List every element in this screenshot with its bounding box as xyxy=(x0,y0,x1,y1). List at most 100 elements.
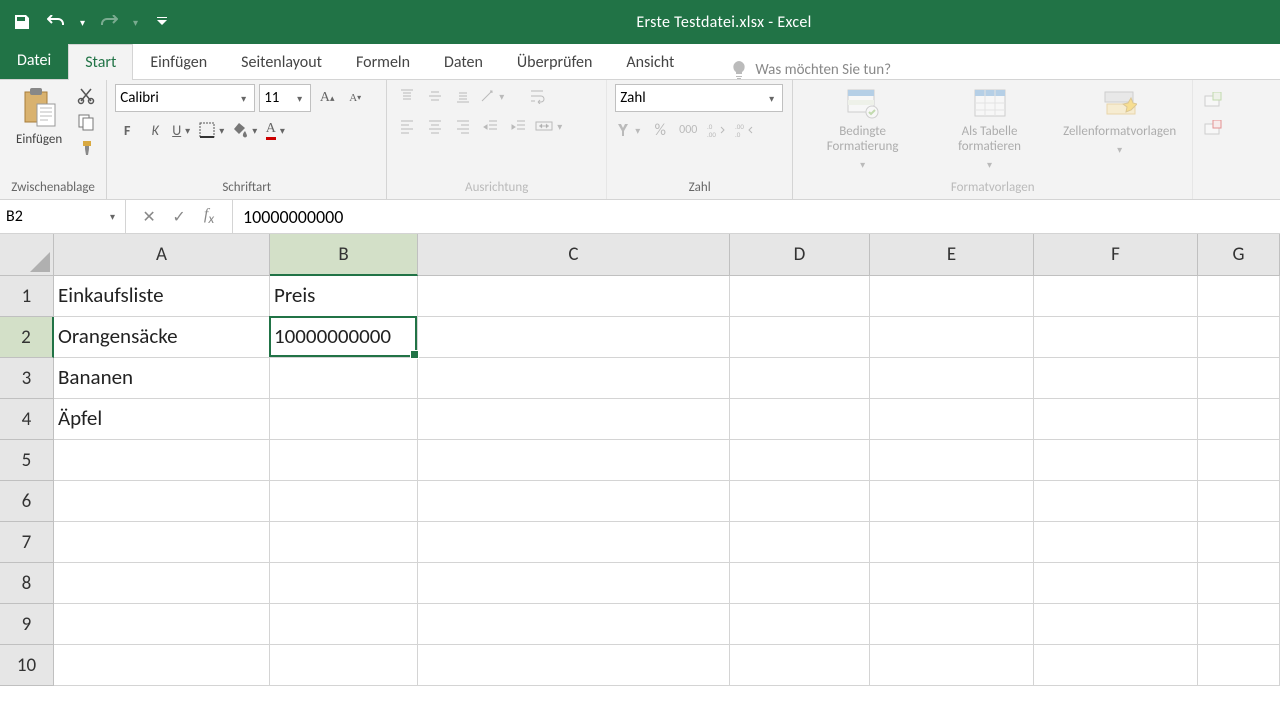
cell-D8[interactable] xyxy=(730,563,870,604)
formula-input[interactable] xyxy=(243,206,1270,228)
cell-E9[interactable] xyxy=(870,604,1034,645)
cell-F4[interactable] xyxy=(1034,399,1198,440)
align-center[interactable] xyxy=(423,114,447,138)
font-size-combo[interactable]: ▾ xyxy=(259,84,311,112)
underline-dd[interactable]: ▾ xyxy=(181,124,194,137)
cell-D10[interactable] xyxy=(730,645,870,686)
cell-G2[interactable] xyxy=(1198,317,1280,358)
cell-D6[interactable] xyxy=(730,481,870,522)
cell-B9[interactable] xyxy=(270,604,418,645)
col-header-A[interactable]: A xyxy=(54,234,270,276)
cell-E6[interactable] xyxy=(870,481,1034,522)
tab-insert[interactable]: Einfügen xyxy=(133,44,224,80)
cell-D2[interactable] xyxy=(730,317,870,358)
cell-A7[interactable] xyxy=(54,522,270,563)
cell-F3[interactable] xyxy=(1034,358,1198,399)
italic-button[interactable]: K xyxy=(143,118,167,142)
cell-A5[interactable] xyxy=(54,440,270,481)
row-header-6[interactable]: 6 xyxy=(0,481,54,522)
cell-F2[interactable] xyxy=(1034,317,1198,358)
cell-C10[interactable] xyxy=(418,645,730,686)
number-format-combo[interactable]: ▾ xyxy=(615,84,783,112)
cell-E3[interactable] xyxy=(870,358,1034,399)
cell-A1[interactable]: Einkaufsliste xyxy=(54,276,270,317)
col-header-G[interactable]: G xyxy=(1198,234,1280,276)
align-right[interactable] xyxy=(451,114,475,138)
cell-B2[interactable]: 10000000000 xyxy=(270,317,418,358)
cell-A8[interactable] xyxy=(54,563,270,604)
tab-formulas[interactable]: Formeln xyxy=(339,44,427,80)
cell-A4[interactable]: Äpfel xyxy=(54,399,270,440)
decrease-indent[interactable] xyxy=(479,114,503,138)
cell-G10[interactable] xyxy=(1198,645,1280,686)
row-header-8[interactable]: 8 xyxy=(0,563,54,604)
tab-view[interactable]: Ansicht xyxy=(609,44,691,80)
grow-font[interactable]: A▴ xyxy=(315,86,339,110)
cell-E8[interactable] xyxy=(870,563,1034,604)
col-header-B[interactable]: B xyxy=(270,234,418,276)
cell-C9[interactable] xyxy=(418,604,730,645)
font-color-dd[interactable]: ▾ xyxy=(276,124,289,137)
tell-me-search[interactable]: Was möchten Sie tun? xyxy=(731,61,891,79)
cell-F8[interactable] xyxy=(1034,563,1198,604)
cell-A2[interactable]: Orangensäcke xyxy=(54,317,270,358)
cell-F1[interactable] xyxy=(1034,276,1198,317)
merge-center[interactable]: ▾ xyxy=(535,114,566,138)
format-as-table[interactable]: Als Tabelle formatieren ▾ xyxy=(928,84,1051,175)
cell-C3[interactable] xyxy=(418,358,730,399)
name-box-input[interactable] xyxy=(6,207,106,226)
row-header-7[interactable]: 7 xyxy=(0,522,54,563)
cell-A9[interactable] xyxy=(54,604,270,645)
number-format-input[interactable] xyxy=(620,89,765,107)
cell-G5[interactable] xyxy=(1198,440,1280,481)
col-header-C[interactable]: C xyxy=(418,234,730,276)
font-name-input[interactable] xyxy=(120,89,237,107)
cell-F10[interactable] xyxy=(1034,645,1198,686)
cell-G3[interactable] xyxy=(1198,358,1280,399)
cell-C8[interactable] xyxy=(418,563,730,604)
insert-function[interactable]: fx xyxy=(198,206,220,227)
col-header-F[interactable]: F xyxy=(1034,234,1198,276)
bold-button[interactable]: F xyxy=(115,118,139,142)
cancel-edit[interactable]: ✕ xyxy=(138,207,160,227)
cell-B4[interactable] xyxy=(270,399,418,440)
font-name-combo[interactable]: ▾ xyxy=(115,84,255,112)
cell-B10[interactable] xyxy=(270,645,418,686)
undo-dropdown[interactable]: ▾ xyxy=(76,16,89,29)
align-bottom[interactable] xyxy=(451,84,475,108)
fill-dd[interactable]: ▾ xyxy=(248,124,261,137)
row-header-10[interactable]: 10 xyxy=(0,645,54,686)
decrease-decimal[interactable]: .00.0 xyxy=(732,118,756,142)
tab-start[interactable]: Start xyxy=(68,44,133,80)
comma-format[interactable]: 000 xyxy=(676,118,700,142)
cell-E1[interactable] xyxy=(870,276,1034,317)
increase-decimal[interactable]: .0.00 xyxy=(704,118,728,142)
percent-format[interactable]: % xyxy=(648,118,672,142)
cell-G1[interactable] xyxy=(1198,276,1280,317)
shrink-font[interactable]: A▾ xyxy=(343,86,367,110)
undo-button[interactable] xyxy=(42,8,70,36)
select-all-corner[interactable] xyxy=(0,234,54,276)
cell-B6[interactable] xyxy=(270,481,418,522)
cell-C7[interactable] xyxy=(418,522,730,563)
qat-customize[interactable] xyxy=(148,8,176,36)
border-dd[interactable]: ▾ xyxy=(215,124,228,137)
cells-area[interactable]: EinkaufslistePreisOrangensäcke1000000000… xyxy=(54,276,1280,686)
font-size-dd[interactable]: ▾ xyxy=(293,92,306,105)
cell-G9[interactable] xyxy=(1198,604,1280,645)
cell-B1[interactable]: Preis xyxy=(270,276,418,317)
confirm-edit[interactable]: ✓ xyxy=(168,207,190,227)
cell-styles[interactable]: Zellenformatvorlagen ▾ xyxy=(1055,84,1184,160)
cell-B8[interactable] xyxy=(270,563,418,604)
orientation[interactable]: ▾ xyxy=(479,84,508,108)
cell-E5[interactable] xyxy=(870,440,1034,481)
font-color-button[interactable]: A▾ xyxy=(265,118,289,142)
cell-G7[interactable] xyxy=(1198,522,1280,563)
tab-review[interactable]: Überprüfen xyxy=(500,44,609,80)
col-header-E[interactable]: E xyxy=(870,234,1034,276)
tab-data[interactable]: Daten xyxy=(427,44,500,80)
cell-C1[interactable] xyxy=(418,276,730,317)
cell-E2[interactable] xyxy=(870,317,1034,358)
cell-D3[interactable] xyxy=(730,358,870,399)
row-header-1[interactable]: 1 xyxy=(0,276,54,317)
